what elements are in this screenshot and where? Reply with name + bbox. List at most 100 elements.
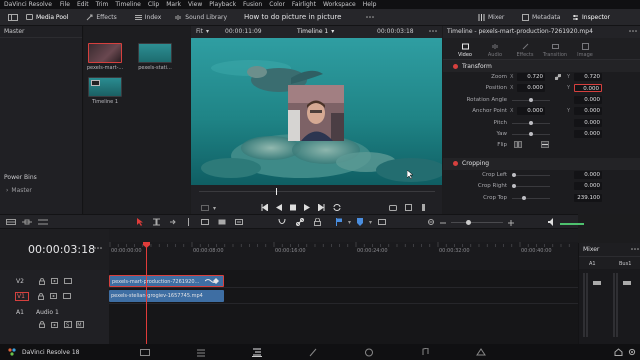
deliver-page-icon[interactable] <box>476 347 486 357</box>
play-icon[interactable] <box>304 204 310 211</box>
media-clip-mart[interactable]: pexels-mart-... <box>87 43 125 71</box>
auto-select-icon[interactable] <box>51 321 58 328</box>
timeline-zoom-slider[interactable] <box>451 220 503 225</box>
crop-left-field[interactable]: 0.000 <box>574 170 602 179</box>
yaw-slider[interactable] <box>512 131 550 136</box>
mute-icon[interactable]: M <box>76 321 84 328</box>
clip-color-icon[interactable] <box>378 219 387 225</box>
timeline-options-icon[interactable] <box>94 245 102 251</box>
blade-tool-icon[interactable] <box>185 218 192 226</box>
scrubber-track[interactable] <box>199 191 435 192</box>
speaker-icon[interactable] <box>548 218 556 226</box>
zoom-fit-dropdown[interactable]: Fit ▾ <box>196 28 209 35</box>
menu-workspace[interactable]: Workspace <box>323 1 356 8</box>
settings-gear-icon[interactable] <box>628 348 636 356</box>
pitch-field[interactable]: 0.000 <box>574 118 602 127</box>
app-name[interactable]: DaVinci Resolve <box>4 1 52 8</box>
go-to-end-icon[interactable] <box>318 204 325 211</box>
chevron-down-icon[interactable]: ▾ <box>213 205 216 212</box>
effects-button[interactable]: Effects <box>82 9 120 26</box>
crop-right-field[interactable]: 0.000 <box>574 182 602 191</box>
fusion-page-icon[interactable] <box>308 348 318 357</box>
track-visibility-icon[interactable] <box>64 278 72 284</box>
transform-section-header[interactable]: Transform <box>443 60 640 72</box>
audio-icon[interactable] <box>420 204 427 211</box>
zoom-options-icon[interactable] <box>22 219 32 225</box>
chevron-down-icon[interactable]: ▾ <box>348 219 351 226</box>
pitch-slider-knob[interactable] <box>529 120 533 125</box>
media-timeline-1[interactable]: Timeline 1 <box>88 77 125 105</box>
crop-left-slider-knob[interactable] <box>512 172 516 177</box>
zoom-minus-icon[interactable] <box>440 220 446 226</box>
track-name-v1[interactable]: V1 <box>15 291 29 301</box>
timeline-selector[interactable]: Timeline 1 ▾ <box>297 28 334 35</box>
auto-select-icon[interactable] <box>51 278 58 284</box>
more-options-icon[interactable] <box>366 14 374 20</box>
anchor-x-field[interactable]: 0.000 <box>517 107 545 116</box>
chevron-down-icon[interactable]: ▾ <box>369 219 372 226</box>
linked-selection-icon[interactable] <box>296 218 304 226</box>
loop-icon[interactable] <box>333 204 341 211</box>
tab-video[interactable]: Video <box>450 40 480 58</box>
snapping-icon[interactable] <box>278 218 286 226</box>
pitch-slider[interactable] <box>512 120 550 125</box>
anchor-y-field[interactable]: 0.000 <box>574 107 602 116</box>
position-lock-icon[interactable] <box>314 218 321 226</box>
stop-icon[interactable] <box>290 204 296 211</box>
flag-icon[interactable] <box>336 218 342 226</box>
mixer-options-icon[interactable] <box>631 246 639 252</box>
inspector-options-icon[interactable] <box>629 28 637 34</box>
menu-file[interactable]: File <box>60 1 70 8</box>
insert-clip-icon[interactable] <box>201 218 209 226</box>
timeline-zoom-knob[interactable] <box>466 220 471 225</box>
flip-horizontal-icon[interactable] <box>514 141 522 149</box>
lock-icon[interactable] <box>39 321 45 328</box>
sound-library-button[interactable]: Sound Library <box>171 9 231 26</box>
lock-icon[interactable] <box>38 292 44 300</box>
link-icon[interactable] <box>555 74 561 80</box>
timeline-ruler[interactable]: 00:00:00:00 00:00:08:00 00:00:16:00 00:0… <box>109 242 578 270</box>
tab-effects[interactable]: Effects <box>510 40 540 58</box>
inspector-button[interactable]: Inspector <box>568 9 614 26</box>
clip-keyframe-icon[interactable] <box>205 278 219 284</box>
tab-transition[interactable]: Transition <box>540 40 570 58</box>
replace-clip-icon[interactable] <box>235 218 243 226</box>
timeline-playhead[interactable] <box>146 242 147 344</box>
crop-right-slider-knob[interactable] <box>512 184 516 189</box>
rotation-field[interactable]: 0.000 <box>574 95 602 104</box>
menu-color[interactable]: Color <box>269 1 285 8</box>
power-bin-master[interactable]: › Master <box>6 187 32 194</box>
play-reverse-icon[interactable] <box>276 204 282 211</box>
cropping-section-header[interactable]: Cropping <box>443 157 640 170</box>
timeline-view-icon[interactable] <box>6 219 16 225</box>
cut-page-icon[interactable] <box>196 348 206 357</box>
media-page-icon[interactable] <box>140 348 150 357</box>
menu-view[interactable]: View <box>188 1 202 8</box>
auto-select-icon[interactable] <box>50 293 57 299</box>
crop-right-slider[interactable] <box>512 184 550 189</box>
menu-playback[interactable]: Playback <box>209 1 236 8</box>
yaw-slider-knob[interactable] <box>529 131 533 136</box>
tab-audio[interactable]: Audio <box>480 40 510 58</box>
track-height-icon[interactable] <box>38 219 48 225</box>
position-x-field[interactable]: 0.000 <box>517 84 545 93</box>
position-y-field[interactable]: 0.000 <box>574 84 602 93</box>
menu-fairlight[interactable]: Fairlight <box>292 1 316 8</box>
fairlight-page-icon[interactable] <box>420 347 430 357</box>
timeline-clip-v1[interactable]: pexels-stelian-grogiev-1657745.mp4 <box>109 290 224 302</box>
dynamic-trim-icon[interactable] <box>169 218 176 226</box>
go-to-start-icon[interactable] <box>261 204 268 211</box>
yaw-field[interactable]: 0.000 <box>574 129 602 138</box>
crop-top-slider[interactable] <box>512 195 550 200</box>
lock-icon[interactable] <box>39 277 45 285</box>
fullscreen-icon[interactable] <box>405 204 412 211</box>
menu-help[interactable]: Help <box>363 1 377 8</box>
a1-fader-knob[interactable] <box>593 281 601 285</box>
menu-fusion[interactable]: Fusion <box>243 1 262 8</box>
crop-mode-icon[interactable] <box>201 205 209 211</box>
media-clip-stelian[interactable]: pexels-stati... <box>138 43 175 71</box>
bin-master[interactable]: Master <box>0 26 82 38</box>
tab-image[interactable]: Image <box>570 40 600 58</box>
transform-enabled-dot[interactable] <box>453 63 458 69</box>
solo-icon[interactable]: S <box>64 321 72 328</box>
